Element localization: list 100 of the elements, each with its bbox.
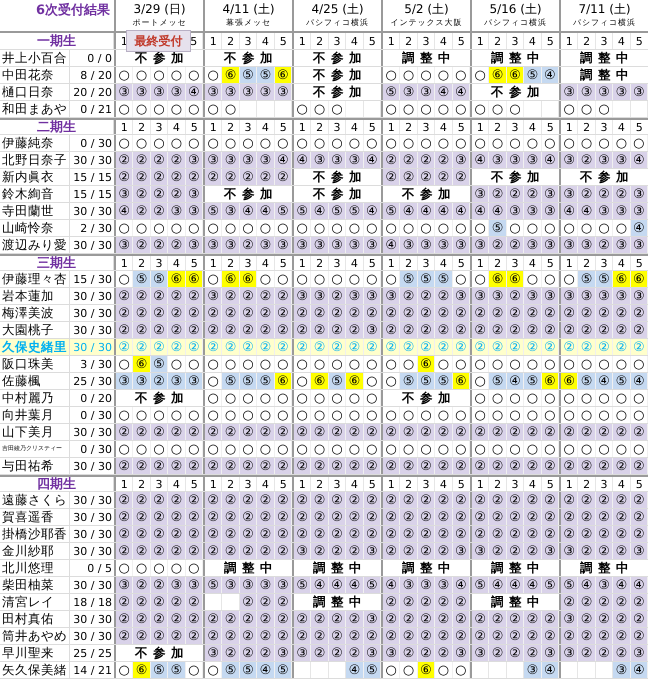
slot-number: 1 bbox=[120, 36, 128, 46]
table-cell: ○ bbox=[294, 390, 312, 406]
table-cell: ② bbox=[506, 492, 524, 508]
table-cell: ② bbox=[561, 305, 578, 321]
table-cell: ③ bbox=[240, 152, 258, 168]
table-cell: ② bbox=[240, 169, 258, 185]
table-cell: ⑥ bbox=[506, 67, 524, 83]
member-name: 向井葉月 bbox=[2, 408, 54, 422]
table-cell: ○ bbox=[205, 356, 222, 372]
status-note: 不参加 bbox=[134, 646, 189, 660]
table-cell: ② bbox=[383, 628, 400, 644]
table-cell: ③ bbox=[630, 543, 648, 559]
table-cell: ④ bbox=[328, 577, 346, 593]
ticket-count: 15 / 15 bbox=[73, 172, 112, 182]
status-note: 不参加 bbox=[312, 188, 367, 200]
table-cell: ② bbox=[328, 305, 346, 321]
table-cell: ② bbox=[418, 288, 436, 304]
table-cell: ○ bbox=[400, 135, 418, 151]
member-name: 久保史緒里 bbox=[2, 340, 67, 354]
table-cell: ② bbox=[596, 628, 614, 644]
table-cell: ④ bbox=[472, 203, 490, 219]
table-cell: ② bbox=[452, 169, 470, 185]
table-cell: ② bbox=[133, 594, 151, 610]
table-cell: ③ bbox=[168, 84, 186, 100]
slot-number: 2 bbox=[138, 122, 146, 132]
slot-number: 1 bbox=[476, 478, 484, 490]
table-cell: ② bbox=[506, 628, 524, 644]
table-cell: ② bbox=[222, 169, 240, 185]
slot-number: 2 bbox=[405, 478, 412, 490]
table-cell: ⑥ bbox=[133, 662, 151, 678]
table-cell: ② bbox=[613, 543, 631, 559]
table-cell: ③ bbox=[328, 237, 346, 253]
slot-number: 2 bbox=[405, 258, 412, 268]
table-cell: ② bbox=[472, 458, 490, 474]
table-cell: ④ bbox=[578, 577, 596, 593]
table-cell: ○ bbox=[294, 101, 312, 117]
table-cell: ④ bbox=[452, 84, 470, 100]
table-cell: ② bbox=[578, 543, 596, 559]
table-cell: ③ bbox=[452, 237, 470, 253]
slot-number: 4 bbox=[350, 122, 358, 132]
table-cell: ② bbox=[186, 339, 203, 355]
table-cell: ② bbox=[222, 458, 240, 474]
table-cell: ⑥ bbox=[630, 271, 648, 287]
table-cell: ⑤ bbox=[364, 662, 381, 678]
table-cell: ③ bbox=[561, 543, 578, 559]
table-cell: ② bbox=[274, 543, 292, 559]
table-cell: ② bbox=[240, 628, 258, 644]
table-cell: ② bbox=[542, 492, 559, 508]
table-cell: ② bbox=[240, 594, 258, 610]
table-cell: ③ bbox=[596, 577, 614, 593]
table-cell: ○ bbox=[116, 220, 134, 236]
table-cell: ○ bbox=[489, 407, 507, 423]
table-cell: ② bbox=[222, 288, 240, 304]
table-cell: ② bbox=[328, 543, 346, 559]
table-cell: ② bbox=[578, 424, 596, 440]
table-cell: ② bbox=[630, 322, 648, 338]
table-cell: ② bbox=[222, 543, 240, 559]
slot-number: 5 bbox=[280, 36, 287, 46]
table-cell: ○ bbox=[150, 67, 168, 83]
table-cell: ② bbox=[506, 288, 524, 304]
ticket-count: 18 / 18 bbox=[73, 596, 112, 608]
member-name: 井上小百合 bbox=[2, 52, 67, 64]
date-label: 3/29 (日) bbox=[133, 2, 186, 17]
slot-number: 1 bbox=[210, 258, 217, 268]
table-cell: ② bbox=[561, 509, 578, 525]
table-cell: ○ bbox=[168, 560, 186, 576]
slot-number: 5 bbox=[636, 122, 643, 132]
table-cell: ② bbox=[613, 186, 631, 202]
table-cell: ② bbox=[613, 526, 631, 542]
table-cell: ② bbox=[506, 543, 524, 559]
table-cell: ② bbox=[257, 509, 275, 525]
table-cell: ④ bbox=[257, 203, 275, 219]
table-cell: ③ bbox=[472, 288, 490, 304]
table-cell: ② bbox=[168, 611, 186, 627]
table-cell: ③ bbox=[364, 322, 381, 338]
slot-number: 1 bbox=[210, 36, 217, 46]
table-cell: ③ bbox=[274, 645, 292, 661]
table-cell: ○ bbox=[168, 407, 186, 423]
table-cell: ② bbox=[116, 169, 134, 185]
table-cell: ○ bbox=[524, 271, 542, 287]
table-cell: ③ bbox=[205, 152, 222, 168]
table-cell: ○ bbox=[186, 441, 203, 457]
table-cell: ② bbox=[133, 628, 151, 644]
table-cell: ② bbox=[400, 645, 418, 661]
table-cell: ② bbox=[150, 305, 168, 321]
table-cell: ③ bbox=[596, 203, 614, 219]
slot-number: 5 bbox=[190, 122, 198, 132]
table-cell: ② bbox=[561, 458, 578, 474]
table-cell: ⑥ bbox=[168, 271, 186, 287]
table-cell: ② bbox=[596, 526, 614, 542]
table-cell: ○ bbox=[561, 441, 578, 457]
table-cell: ② bbox=[150, 577, 168, 593]
table-cell: ③ bbox=[364, 237, 381, 253]
table-cell: ○ bbox=[205, 407, 222, 423]
table-cell: ○ bbox=[561, 356, 578, 372]
table-cell: ③ bbox=[472, 645, 490, 661]
table-cell: ② bbox=[613, 645, 631, 661]
table-cell: ③ bbox=[274, 577, 292, 593]
ticket-count: 30 / 30 bbox=[73, 546, 112, 556]
table-cell: ⑥ bbox=[613, 271, 631, 287]
